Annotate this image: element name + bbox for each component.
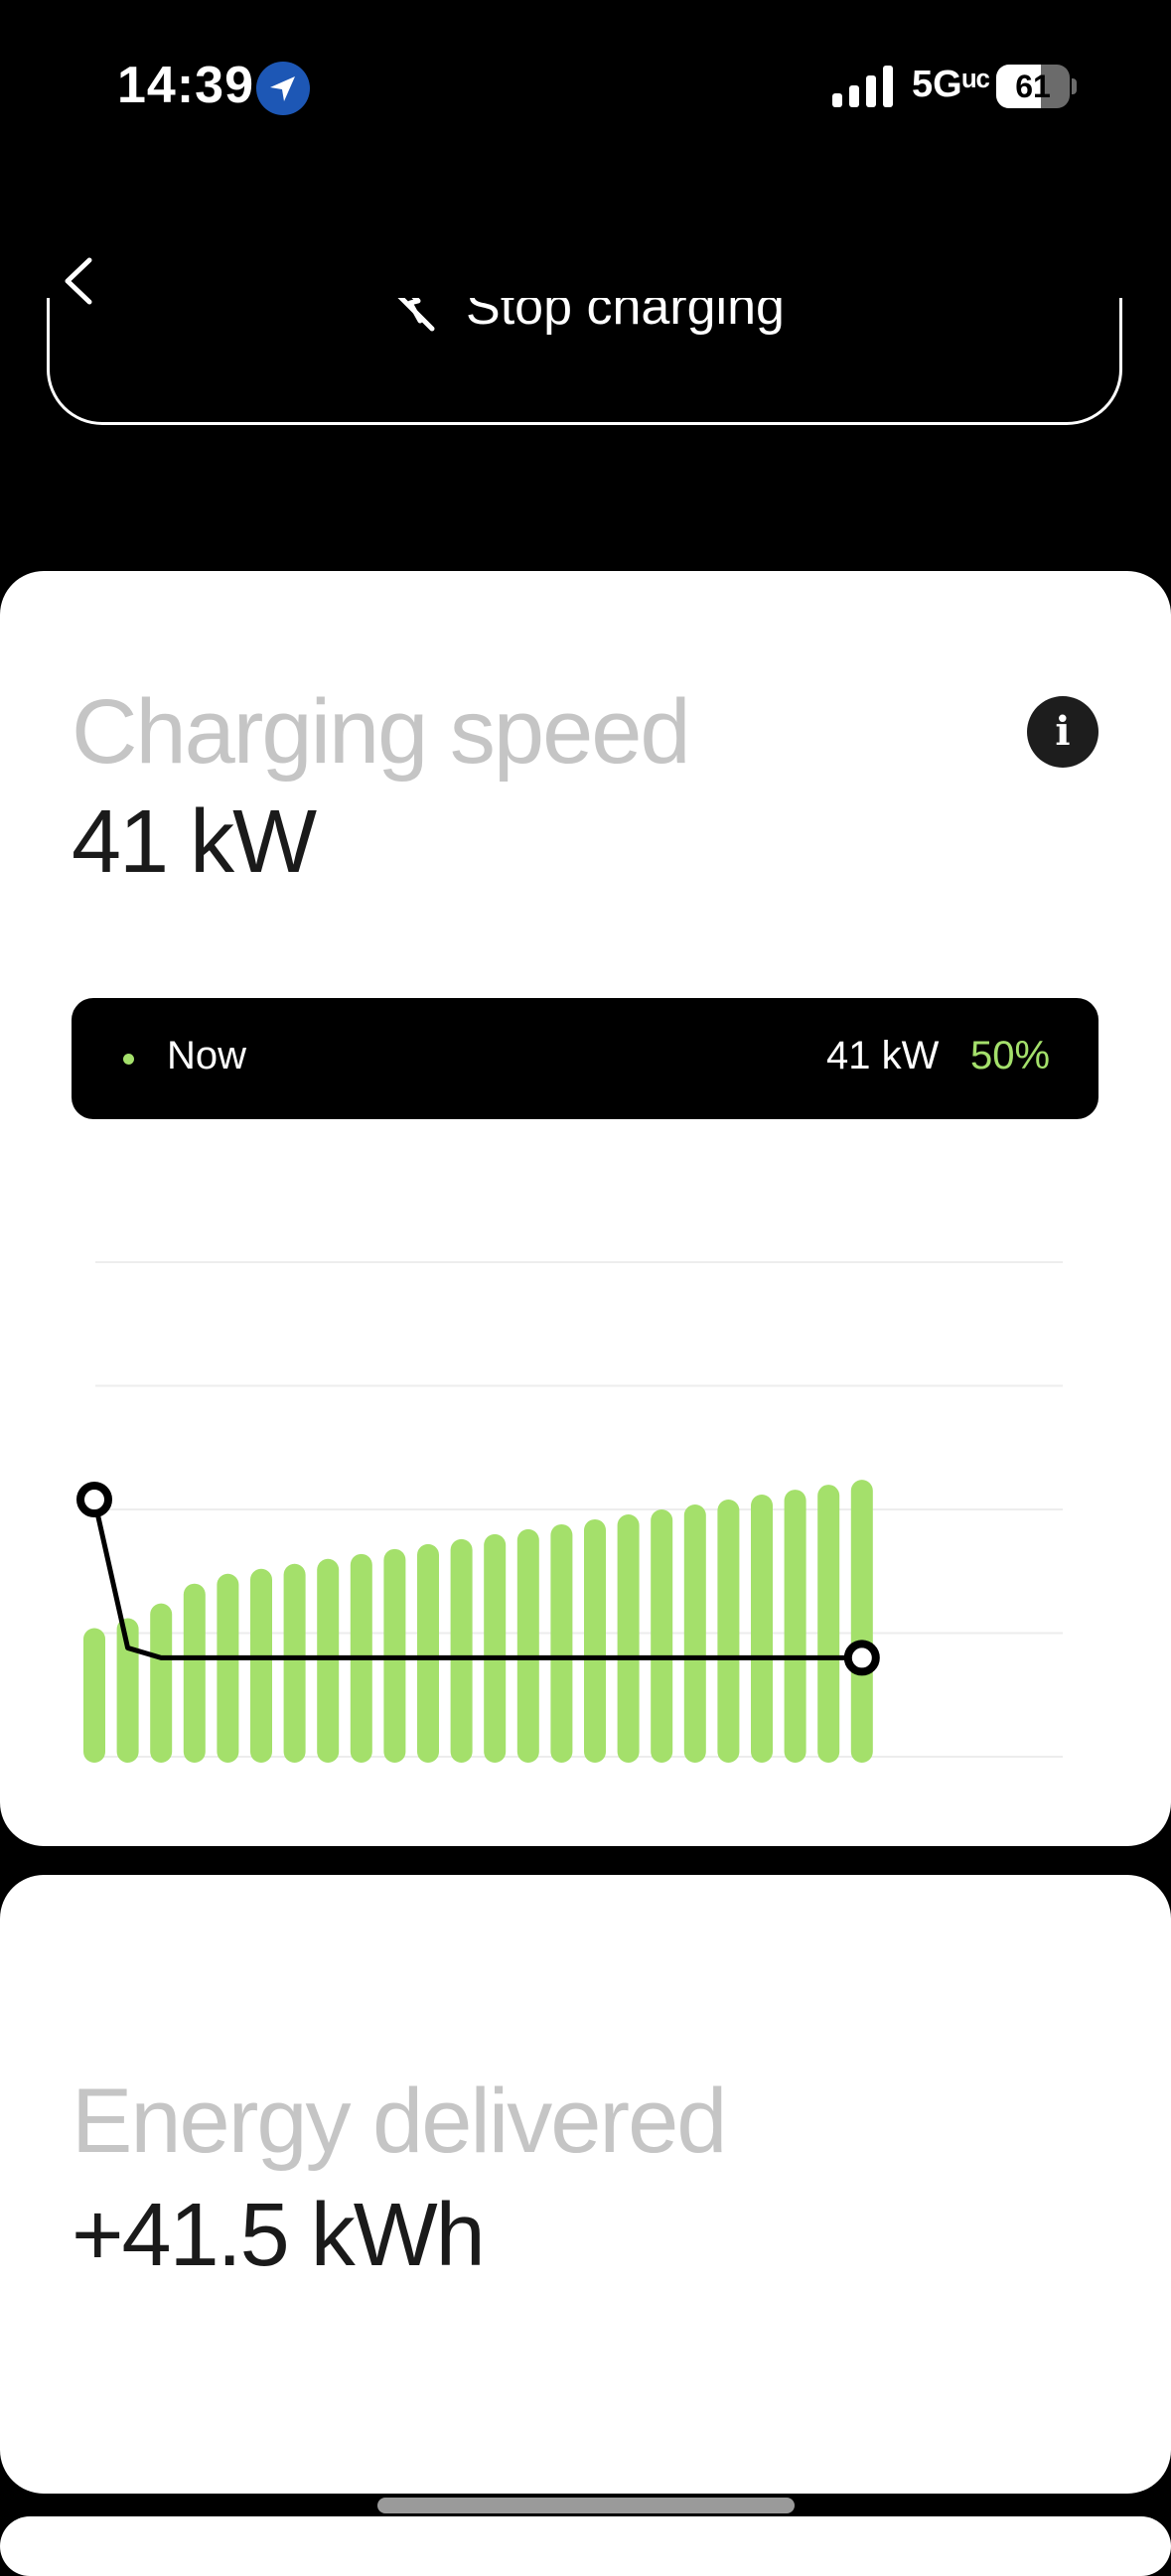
- battery-percent: 61: [1015, 69, 1051, 104]
- line-end-marker: [843, 1640, 880, 1676]
- battery-icon: 61: [996, 65, 1077, 108]
- chart-bar: [283, 1563, 306, 1763]
- chart-bar: [683, 1504, 706, 1763]
- chart-bar: [817, 1485, 840, 1763]
- chart-bar: [450, 1538, 473, 1763]
- stop-charging-button[interactable]: Stop charging: [47, 298, 1122, 425]
- status-time: 14:39: [117, 57, 254, 114]
- energy-delivered-card: Energy delivered +41.5 kWh: [0, 1875, 1171, 2494]
- chart-bar: [183, 1583, 206, 1763]
- chart-bar: [717, 1500, 740, 1763]
- stop-charging-icon: [397, 298, 435, 332]
- chart-bar: [584, 1518, 606, 1763]
- chart-bar: [250, 1568, 272, 1763]
- chart-bar: [317, 1558, 340, 1763]
- chart-bar: [484, 1533, 507, 1763]
- line-start-marker: [76, 1482, 112, 1518]
- next-card: [0, 2516, 1171, 2576]
- energy-delivered-title: Energy delivered: [72, 2071, 727, 2172]
- charging-speed-card: Charging speed 41 kW i Now 41 kW 50%: [0, 571, 1171, 1846]
- stop-charging-label: Stop charging: [466, 298, 785, 336]
- chart-bar: [417, 1543, 439, 1763]
- chart-bar: [751, 1495, 773, 1763]
- network-type: 5Gᵘᶜ: [912, 64, 991, 105]
- chart-bar: [850, 1480, 873, 1763]
- chart-bar: [617, 1513, 640, 1763]
- chart-bar: [217, 1573, 239, 1763]
- chart-bar: [651, 1509, 673, 1763]
- charging-chart: [76, 1261, 1063, 1763]
- chart-bar: [83, 1628, 105, 1763]
- chart-bar: [150, 1603, 173, 1763]
- home-indicator[interactable]: [377, 2498, 795, 2513]
- chart-bar: [516, 1528, 539, 1763]
- location-arrow-icon: [256, 62, 310, 115]
- cellular-signal-icon: [832, 66, 893, 107]
- chart-bar: [784, 1490, 806, 1763]
- status-bar: 14:39 5Gᵘᶜ 61: [0, 0, 1171, 169]
- chart-bar: [550, 1523, 573, 1763]
- energy-delivered-value: +41.5 kWh: [72, 2186, 486, 2285]
